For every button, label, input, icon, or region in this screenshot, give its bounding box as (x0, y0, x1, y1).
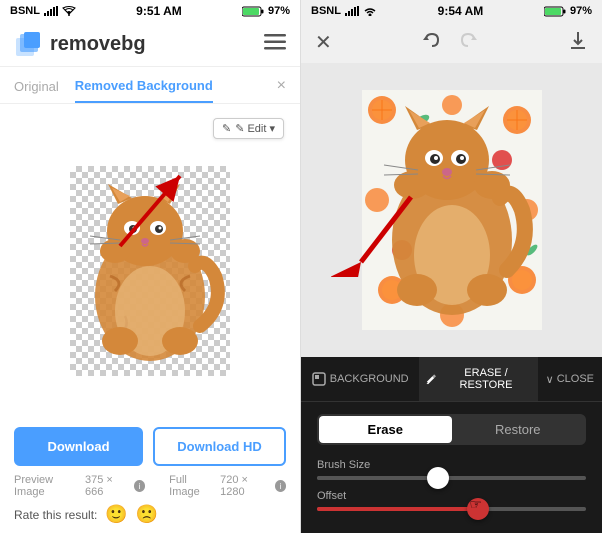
bottom-area: Download Download HD Preview Image 375 ×… (0, 417, 300, 533)
edit-button[interactable]: ✎ ✎ Edit ▾ (213, 118, 284, 139)
left-header: removebg (0, 22, 300, 67)
bottom-toolbar: BACKGROUND ERASE / RESTORE ∨ CLOSE Erase… (301, 357, 602, 533)
offset-fill (317, 507, 478, 511)
restore-button[interactable]: Restore (452, 416, 585, 443)
background-tab-icon (312, 372, 326, 386)
full-size: 720 × 1280 (220, 474, 272, 498)
tab-close-icon[interactable]: × (277, 77, 286, 103)
edit-label: ✎ Edit ▾ (235, 122, 275, 135)
erase-button[interactable]: Erase (319, 416, 452, 443)
right-image-area (301, 63, 602, 357)
cat-image-container (70, 166, 230, 376)
right-status-bar: BSNL 9:54 AM 97% (301, 0, 602, 22)
tab-original[interactable]: Original (14, 79, 59, 102)
logo-text: removebg (50, 33, 146, 56)
right-carrier: BSNL (311, 5, 341, 17)
redo-icon[interactable] (458, 30, 478, 55)
offset-row: Offset ☞ (317, 490, 586, 511)
battery-icon-right (544, 6, 566, 17)
offset-thumb[interactable]: ☞ (467, 498, 489, 520)
erase-restore-buttons: Erase Restore (317, 414, 586, 445)
preview-info: Preview Image 375 × 666 i (14, 474, 145, 498)
toolbar-content: Erase Restore Brush Size Offset ☞ (301, 402, 602, 533)
cat-on-background (362, 90, 542, 330)
happy-emoji[interactable]: 🙂 (105, 504, 127, 525)
sad-emoji[interactable]: 🙁 (136, 504, 158, 525)
menu-button[interactable] (264, 33, 286, 56)
pencil-icon (425, 373, 436, 385)
toolbar-tabs: BACKGROUND ERASE / RESTORE ∨ CLOSE (301, 357, 602, 402)
right-signal-icon (345, 6, 359, 16)
wifi-icon (62, 6, 76, 16)
download-hd-button[interactable]: Download HD (153, 427, 286, 466)
close-tab[interactable]: ∨ CLOSE (538, 357, 602, 401)
offset-track[interactable]: ☞ (317, 507, 586, 511)
tab-removed[interactable]: Removed Background (75, 78, 213, 103)
right-header-icons (422, 30, 478, 55)
download-button[interactable]: Download (14, 427, 143, 466)
right-status-left: BSNL (311, 5, 377, 17)
background-tab-label: BACKGROUND (330, 373, 409, 385)
brush-size-label: Brush Size (317, 459, 586, 471)
download-buttons: Download Download HD (14, 427, 286, 466)
preview-info-icon: i (134, 480, 145, 492)
background-tab[interactable]: BACKGROUND (301, 357, 419, 401)
right-battery: 97% (570, 5, 592, 17)
download-icon[interactable] (568, 30, 588, 55)
brush-size-track[interactable] (317, 476, 586, 480)
left-status-bar: BSNL 9:51 AM 97% (0, 0, 300, 22)
cat-image (70, 166, 230, 376)
right-header: ✕ (301, 22, 602, 63)
hand-cursor-icon: ☞ (469, 496, 482, 513)
logo-icon (14, 30, 42, 58)
left-panel: BSNL 9:51 AM 97% (0, 0, 301, 533)
full-info: Full Image 720 × 1280 i (169, 474, 286, 498)
undo-icon[interactable] (422, 30, 442, 55)
rate-area: Rate this result: 🙂 🙁 (14, 504, 286, 525)
preview-label: Preview Image (14, 474, 82, 498)
brush-size-row: Brush Size (317, 459, 586, 480)
erase-restore-tab[interactable]: ERASE / RESTORE (419, 357, 537, 401)
preview-size: 375 × 666 (85, 474, 131, 498)
close-label: CLOSE (557, 373, 594, 385)
right-panel: BSNL 9:54 AM 97% ✕ (301, 0, 602, 533)
left-time: 9:51 AM (136, 4, 182, 18)
view-tabs: Original Removed Background × (0, 67, 300, 104)
edit-icon: ✎ (222, 122, 231, 135)
left-battery: 97% (268, 5, 290, 17)
signal-icon (44, 6, 58, 16)
full-info-icon: i (275, 480, 286, 492)
right-time: 9:54 AM (438, 4, 484, 18)
brush-size-fill (317, 476, 438, 480)
battery-icon-left (242, 6, 264, 17)
full-label: Full Image (169, 474, 217, 498)
cat-with-background (362, 90, 542, 330)
image-info: Preview Image 375 × 666 i Full Image 720… (14, 474, 286, 498)
left-status-left: BSNL (10, 5, 76, 17)
brush-size-thumb[interactable] (427, 467, 449, 489)
rate-label: Rate this result: (14, 508, 97, 522)
left-status-right: 97% (242, 5, 290, 17)
right-wifi-icon (363, 6, 377, 16)
logo: removebg (14, 30, 146, 58)
chevron-down-icon: ∨ (546, 373, 554, 386)
right-status-right: 97% (544, 5, 592, 17)
erase-restore-tab-label: ERASE / RESTORE (440, 367, 531, 391)
offset-label: Offset (317, 490, 586, 502)
left-carrier: BSNL (10, 5, 40, 17)
close-icon[interactable]: ✕ (315, 30, 332, 55)
image-preview-area: ✎ ✎ Edit ▾ (0, 104, 300, 417)
